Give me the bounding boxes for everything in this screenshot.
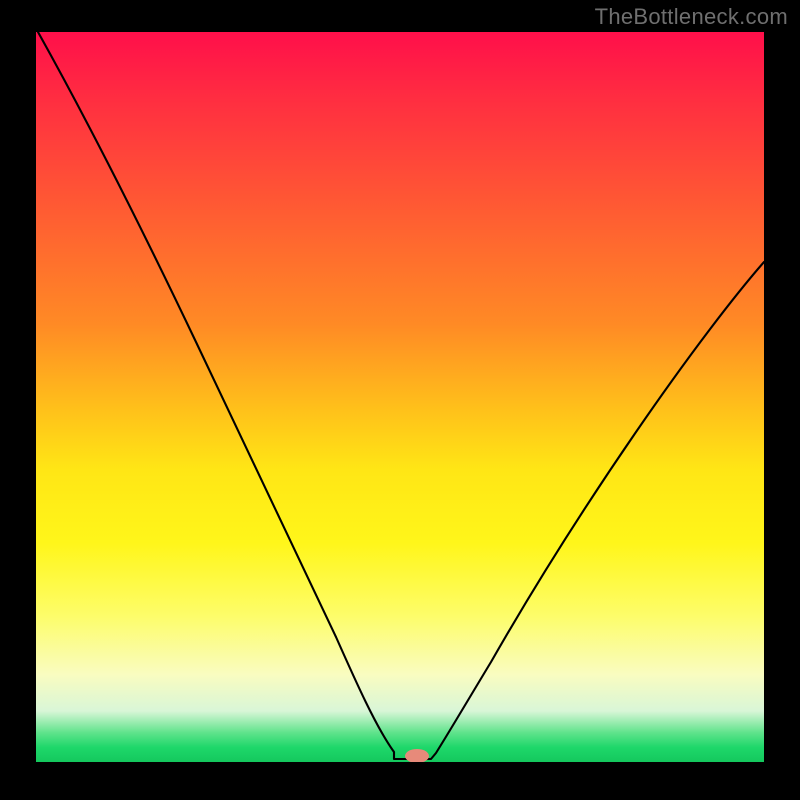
plot-area (36, 32, 764, 762)
optimal-marker (405, 749, 429, 762)
bottleneck-curve-path (38, 32, 764, 759)
chart-frame: TheBottleneck.com (0, 0, 800, 800)
curve-svg (36, 32, 764, 762)
watermark-text: TheBottleneck.com (595, 4, 788, 30)
